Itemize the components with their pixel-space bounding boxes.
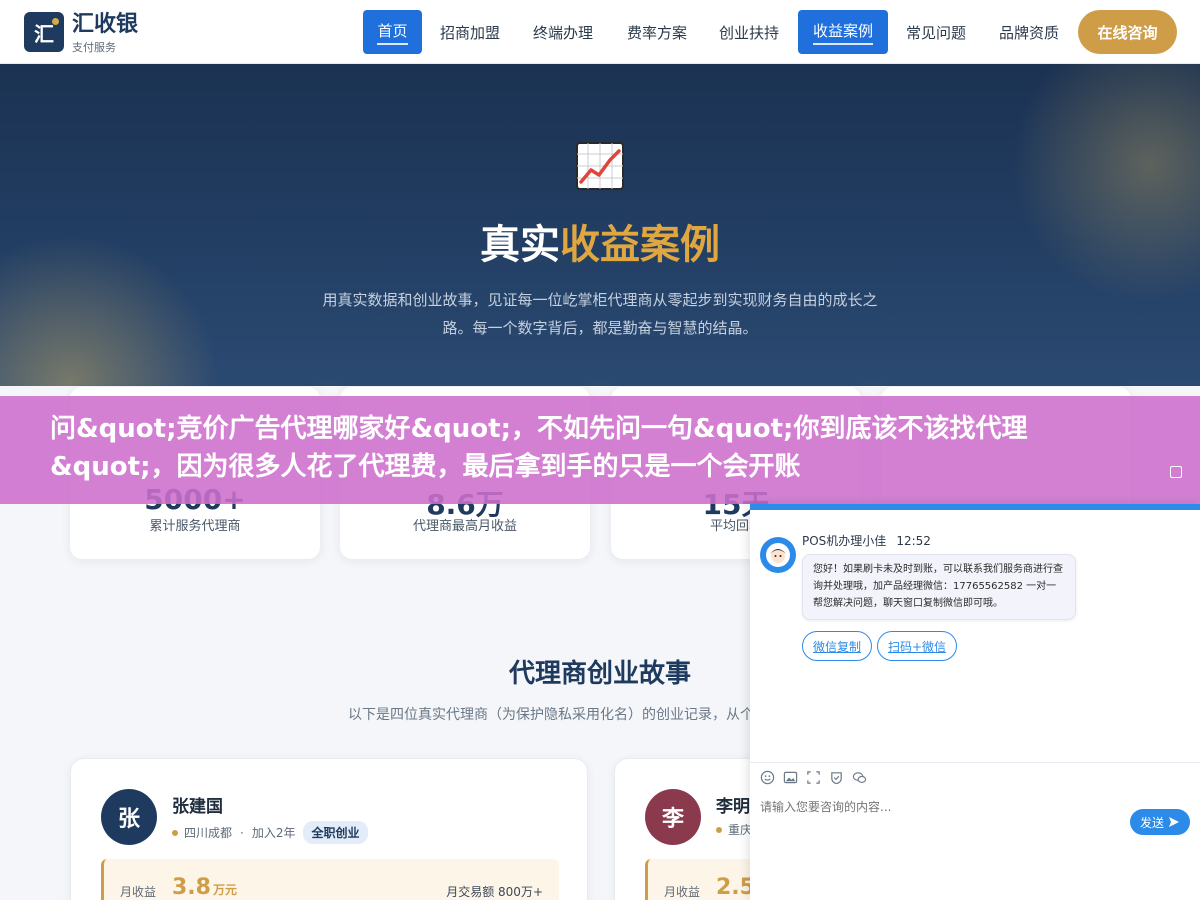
hero-title: 真实收益案例	[0, 212, 1200, 270]
income-unit: 万元	[212, 883, 237, 897]
hero-description: 用真实数据和创业故事，见证每一位屹掌柜代理商从零起步到实现财务自由的成长之路。每…	[322, 291, 878, 337]
send-label: 发送	[1139, 815, 1164, 830]
income-value: 3.8 万元	[172, 875, 237, 900]
location-pin-icon	[172, 829, 178, 836]
overlay-banner[interactable]: 问&quot;竞价广告代理哪家好&quot;，不如先问一句&quot;你到底该不…	[0, 396, 1200, 504]
story-location: 重庆	[728, 823, 753, 837]
agent-avatar-icon	[760, 537, 796, 573]
trade-volume: 月交易额 800万+	[446, 885, 543, 899]
wechat-icon[interactable]	[852, 770, 867, 785]
story-name: 李明	[716, 797, 750, 817]
brand-name[interactable]: 汇收银	[72, 12, 138, 38]
story-location: 四川成都	[184, 826, 233, 840]
story-tag: 全职创业	[303, 821, 368, 844]
copy-wechat-button[interactable]: 微信复制	[802, 631, 872, 661]
location-pin-icon	[716, 826, 722, 833]
chat-input[interactable]	[760, 800, 1120, 814]
income-number: 3.8	[172, 875, 211, 900]
top-nav: 汇 汇收银 支付服务 首页 招商加盟 终端办理 费率方案 创业扶持 收益案例 常…	[0, 0, 1200, 64]
consult-button[interactable]: 在线咨询	[1078, 10, 1177, 54]
nav-item-terminal[interactable]: 终端办理	[519, 10, 607, 54]
story-card[interactable]: 张 张建国 四川成都 · 加入2年 全职创业 月收益 3.8 万元 月交易额 80…	[70, 758, 588, 900]
chart-up-icon	[576, 142, 624, 190]
chat-widget: POS机办理小佳 12:52 您好！如果刷卡未及时到账，可以联系我们服务商进行查询…	[750, 504, 1200, 900]
chat-toolbar	[760, 770, 867, 788]
hero-section: 真实收益案例 用真实数据和创业故事，见证每一位屹掌柜代理商从零起步到实现财务自由…	[0, 64, 1200, 386]
chat-top-bar	[750, 504, 1200, 510]
emoji-icon[interactable]	[760, 770, 775, 785]
hero-title-plain: 真实	[480, 222, 560, 268]
agent-name: POS机办理小佳	[802, 534, 887, 548]
income-box: 月收益 3.8 万元 月交易额 800万+	[101, 859, 559, 900]
nav-item-support[interactable]: 创业扶持	[705, 10, 793, 54]
close-icon[interactable]	[1170, 466, 1182, 478]
logo[interactable]: 汇	[24, 12, 64, 52]
story-meta: 重庆	[716, 821, 752, 838]
image-icon[interactable]	[783, 770, 798, 785]
stat-label: 累计服务代理商	[149, 519, 241, 534]
nav-item-franchise[interactable]: 招商加盟	[426, 10, 514, 54]
story-name: 张建国	[172, 797, 223, 817]
scan-wechat-button[interactable]: 扫码+微信	[877, 631, 957, 661]
story-meta: 四川成都 · 加入2年 全职创业	[172, 821, 368, 844]
rating-icon[interactable]	[829, 770, 844, 785]
avatar: 李	[645, 789, 701, 845]
income-label: 月收益	[120, 885, 157, 899]
send-button[interactable]: 发送	[1130, 809, 1190, 835]
message-time: 12:52	[896, 534, 931, 548]
logo-char: 汇	[34, 21, 54, 46]
avatar: 张	[101, 789, 157, 845]
meta-separator: ·	[240, 825, 244, 840]
story-joined: 加入2年	[251, 826, 296, 840]
brand-subtitle: 支付服务	[72, 41, 116, 54]
chat-message: 您好！如果刷卡未及时到账，可以联系我们服务商进行查询并处理哦，加产品经理微信：1…	[802, 554, 1076, 620]
nav-item-rates[interactable]: 费率方案	[613, 10, 701, 54]
nav-item-faq[interactable]: 常见问题	[892, 10, 980, 54]
stat-label: 代理商最高月收益	[412, 519, 517, 534]
hero-title-gold: 收益案例	[560, 222, 720, 268]
chat-divider	[750, 762, 1200, 763]
screenshot-icon[interactable]	[806, 770, 821, 785]
agent-header: POS机办理小佳 12:52	[802, 532, 931, 549]
banner-text: 问&quot;竞价广告代理哪家好&quot;，不如先问一句&quot;你到底该不…	[50, 414, 1028, 482]
nav-item-cases[interactable]: 收益案例	[798, 10, 888, 54]
logo-dot	[52, 18, 59, 25]
send-arrow-icon	[1169, 817, 1179, 827]
nav-item-home[interactable]: 首页	[363, 10, 422, 54]
nav-item-brand[interactable]: 品牌资质	[985, 10, 1073, 54]
income-label: 月收益	[664, 885, 701, 899]
